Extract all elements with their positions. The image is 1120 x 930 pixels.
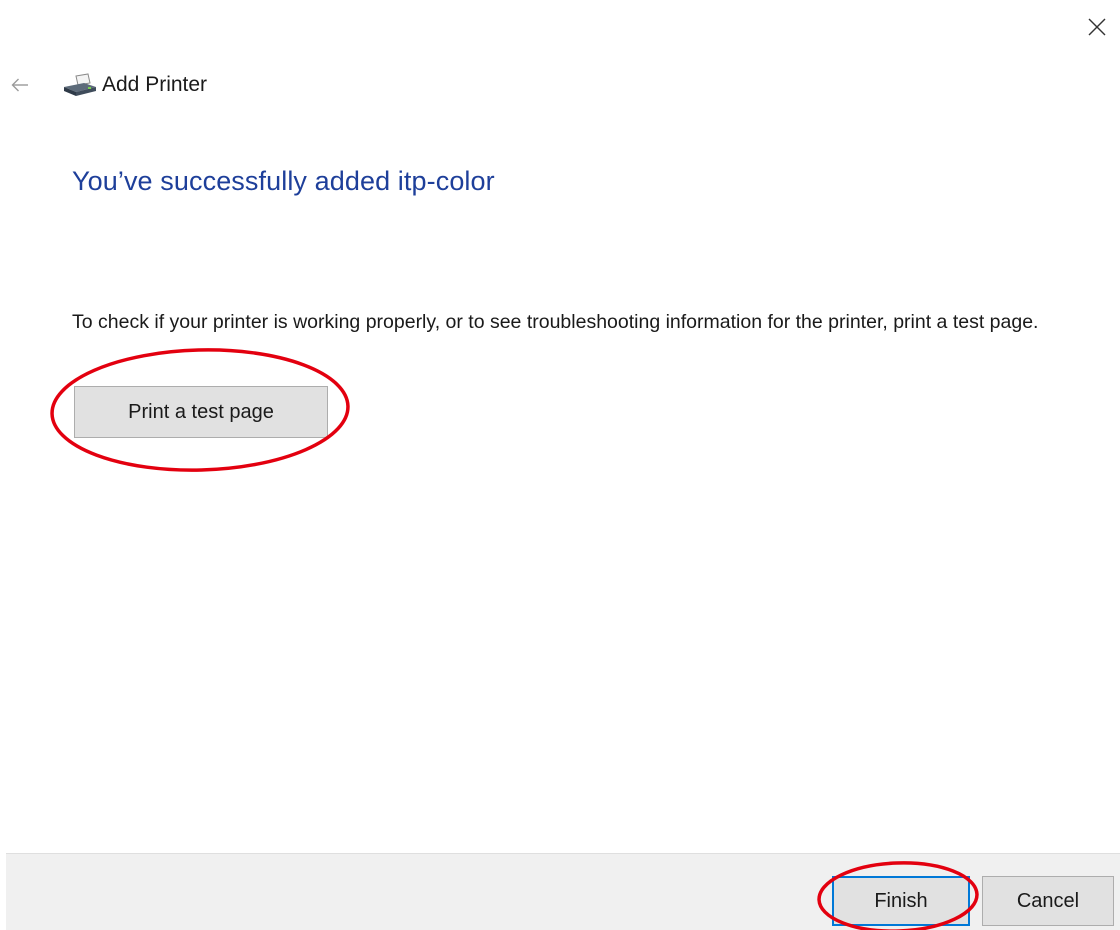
annotation-overlay (50, 348, 979, 930)
back-button[interactable] (6, 71, 34, 99)
print-test-page-button[interactable]: Print a test page (74, 386, 328, 438)
close-icon (1088, 18, 1106, 36)
page-title: You’ve successfully added itp-color (72, 166, 495, 196)
add-printer-window: Add Printer You’ve successfully added it… (0, 0, 1120, 930)
wizard-nav-bar: Add Printer (6, 68, 207, 102)
window-title: Add Printer (102, 73, 208, 96)
wizard-footer: Finish Cancel (6, 853, 1120, 930)
cancel-button[interactable]: Cancel (982, 876, 1114, 926)
back-arrow-icon (11, 78, 28, 92)
printer-icon (62, 73, 98, 97)
close-button[interactable] (1080, 10, 1114, 44)
test-page-instructions: To check if your printer is working prop… (72, 311, 1039, 333)
finish-button[interactable]: Finish (832, 876, 970, 926)
